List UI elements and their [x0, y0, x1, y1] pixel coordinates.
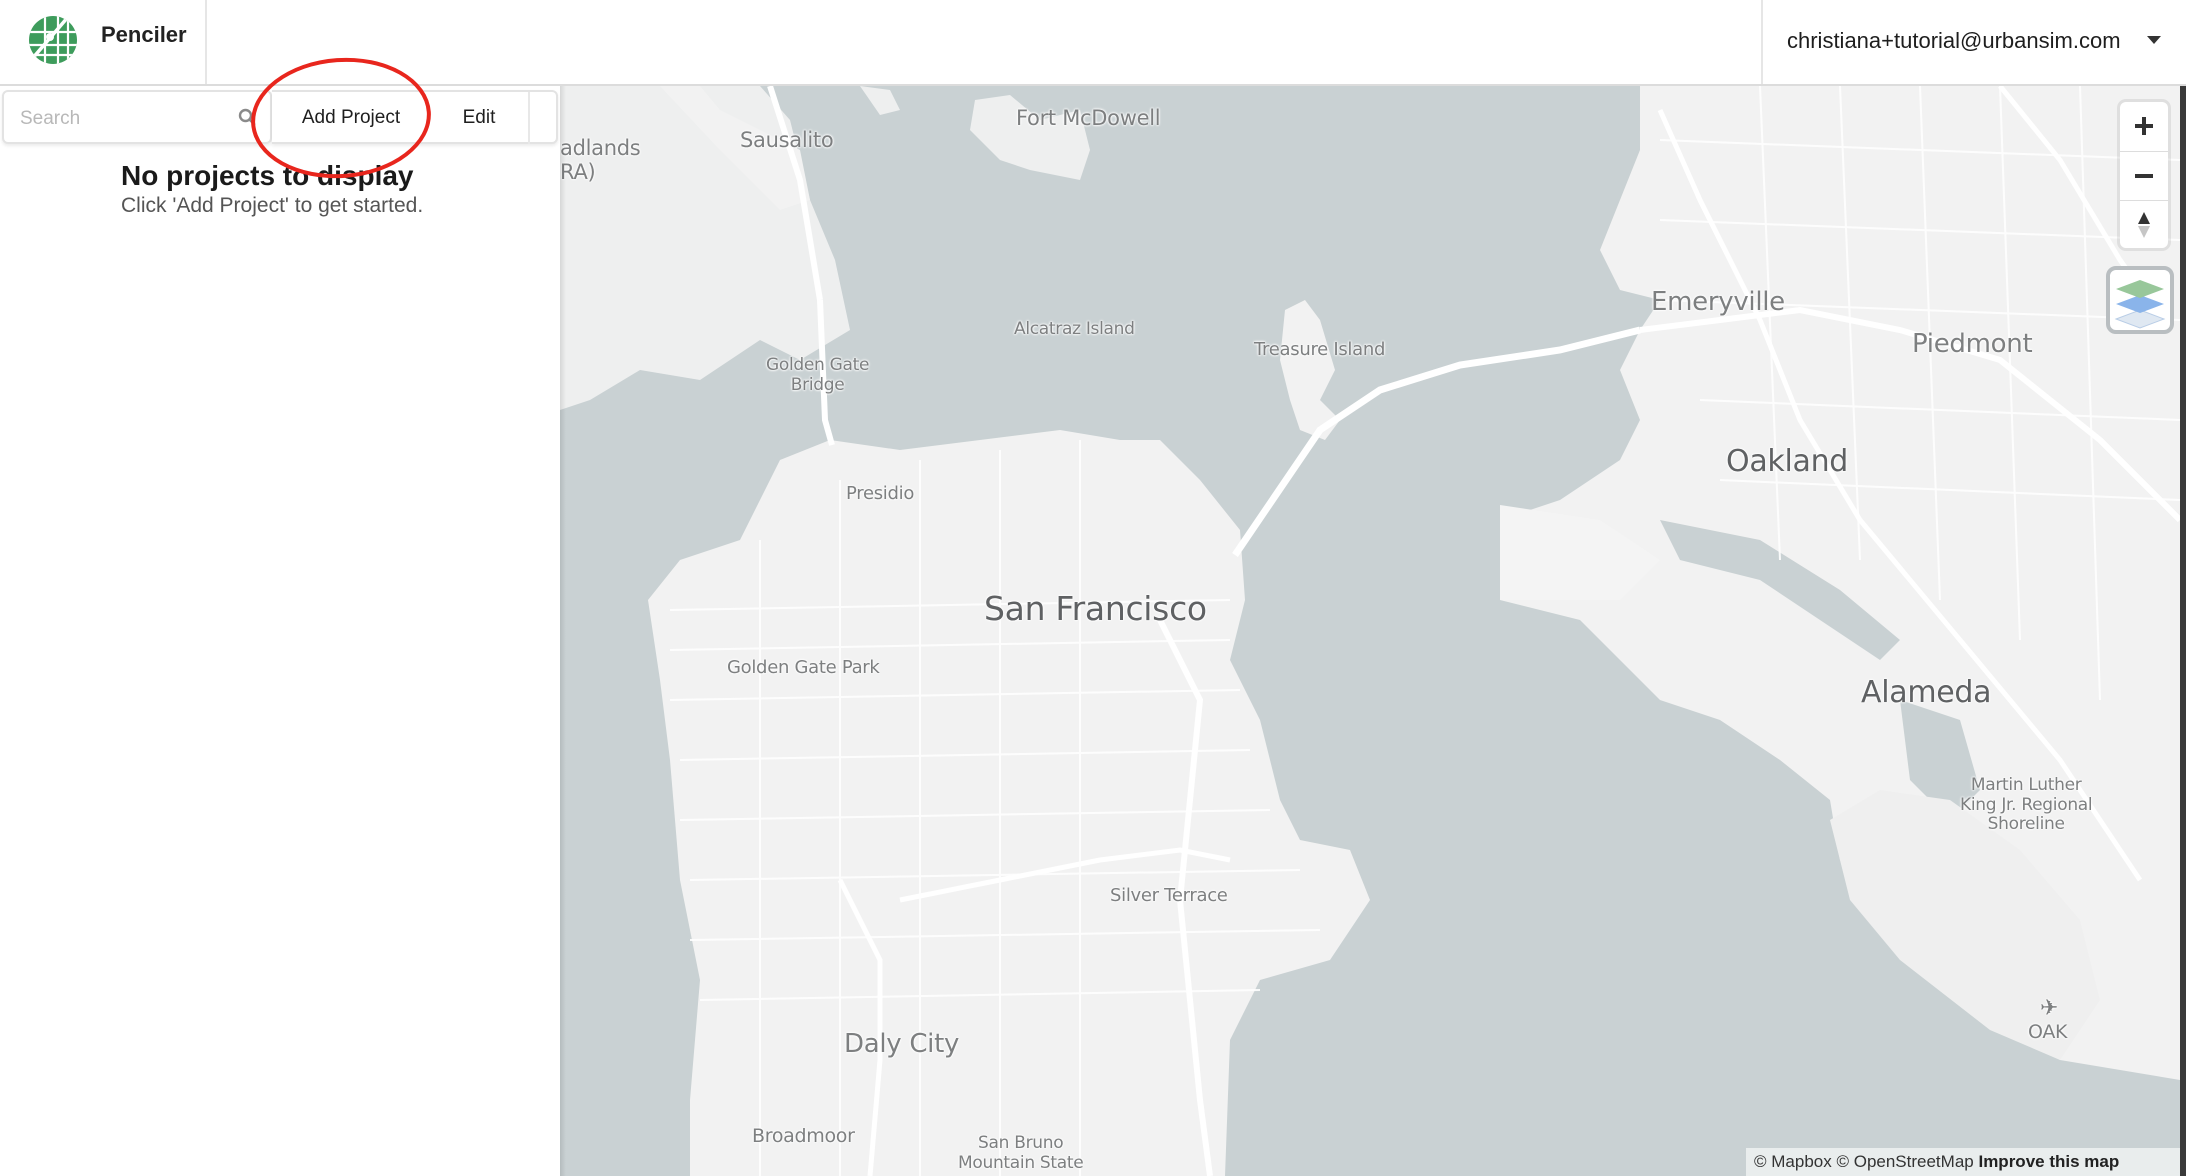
search-box — [2, 90, 272, 144]
map-label-alcatraz: Alcatraz Island — [1014, 319, 1135, 339]
improve-map-link[interactable]: Improve this map — [1978, 1152, 2119, 1171]
compass-button[interactable] — [2120, 200, 2168, 248]
map-label-piedmont: Piedmont — [1912, 329, 2033, 359]
user-menu[interactable]: christiana+tutorial@urbansim.com — [1761, 0, 2180, 84]
toolbar-button-group: Add Project Edit — [272, 90, 558, 144]
brand[interactable]: Penciler — [0, 0, 207, 84]
map-label-treasure-island: Treasure Island — [1254, 339, 1386, 360]
empty-state-subtitle: Click 'Add Project' to get started. — [121, 194, 424, 217]
map-label-oakland: Oakland — [1726, 444, 1849, 479]
compass-icon — [2138, 212, 2150, 238]
map-label-fort-mcdowell: Fort McDowell — [1016, 106, 1161, 130]
zoom-in-button[interactable] — [2120, 102, 2168, 150]
airport-icon: ✈ — [2040, 996, 2059, 1021]
map-label-mlk-shoreline: Martin Luther King Jr. Regional Shorelin… — [1960, 775, 2093, 835]
map-label-san-francisco: San Francisco — [984, 589, 1207, 628]
sidebar-shadow — [560, 86, 566, 1176]
zoom-out-button[interactable] — [2120, 151, 2168, 200]
layers-button[interactable] — [2106, 266, 2174, 334]
map-label-presidio: Presidio — [846, 483, 915, 504]
app-header: Penciler christiana+tutorial@urbansim.co… — [0, 0, 2186, 86]
map-label-emeryville: Emeryville — [1651, 287, 1785, 317]
map-label-san-bruno: San Bruno Mountain State — [958, 1133, 1084, 1173]
window-edge — [2180, 86, 2186, 1176]
map-label-headlands: adlands RA) — [560, 136, 641, 185]
search-input[interactable] — [18, 104, 232, 134]
minus-icon — [2135, 174, 2153, 178]
map-label-oak: OAK — [2028, 1021, 2068, 1043]
project-toolbar: Add Project Edit — [2, 90, 558, 144]
sidebar: Add Project Edit No projects to display … — [0, 86, 560, 1176]
app-title: Penciler — [101, 22, 187, 47]
map-label-daly-city: Daly City — [844, 1029, 960, 1059]
mapbox-attribution-link[interactable]: © Mapbox — [1754, 1152, 1832, 1171]
map-label-sausalito: Sausalito — [740, 128, 834, 152]
map-label-alameda: Alameda — [1861, 675, 1992, 710]
map-navigation-control — [2120, 102, 2168, 248]
edit-button[interactable]: Edit — [430, 92, 528, 144]
map-label-broadmoor: Broadmoor — [752, 1125, 855, 1147]
map-label-golden-gate-park: Golden Gate Park — [727, 657, 880, 678]
search-icon[interactable] — [238, 108, 256, 126]
plus-icon — [2135, 117, 2153, 135]
chevron-down-icon — [2147, 36, 2161, 44]
layers-icon — [2114, 280, 2166, 329]
map-label-golden-gate-bridge: Golden Gate Bridge — [766, 355, 870, 395]
osm-attribution-link[interactable]: © OpenStreetMap — [1836, 1152, 1973, 1171]
empty-state-title: No projects to display — [121, 160, 414, 191]
map-attribution: © Mapbox © OpenStreetMap Improve this ma… — [1746, 1148, 2180, 1176]
map-label-silver-terrace: Silver Terrace — [1110, 885, 1228, 906]
add-project-button[interactable]: Add Project — [272, 92, 430, 144]
user-email: christiana+tutorial@urbansim.com — [1787, 28, 2121, 53]
toolbar-divider — [528, 92, 530, 144]
penciler-logo-icon — [29, 16, 77, 64]
